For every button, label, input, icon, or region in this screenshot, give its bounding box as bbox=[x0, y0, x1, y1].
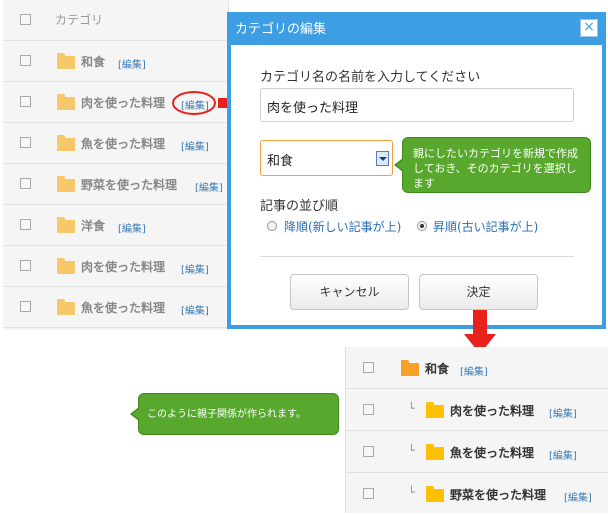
category-name: 魚を使った料理 bbox=[81, 301, 166, 315]
dialog-title: カテゴリの編集 bbox=[235, 22, 327, 37]
category-name: 野菜を使った料理 bbox=[81, 178, 178, 192]
folder-icon bbox=[401, 360, 419, 376]
parent-hint-text: 親にしたいカテゴリを新規で作成しておき、そのカテゴリを選択します bbox=[413, 147, 578, 190]
order-asc-label[interactable]: 昇順(古い記事が上) bbox=[433, 218, 538, 235]
parent-select-value: 和食 bbox=[267, 154, 294, 169]
parent-hint-callout: 親にしたいカテゴリを新規で作成しておき、そのカテゴリを選択します bbox=[394, 137, 591, 193]
folder-icon bbox=[57, 217, 75, 233]
order-desc-radio[interactable] bbox=[267, 221, 277, 231]
category-name: 和食 bbox=[81, 55, 106, 69]
tree-branch-icon: └ bbox=[408, 402, 415, 415]
row-checkbox[interactable] bbox=[363, 404, 374, 415]
edit-link[interactable]: [編集] bbox=[181, 302, 209, 317]
list-item: └ 魚を使った料理 [編集] bbox=[346, 431, 608, 473]
edit-link[interactable]: [編集] bbox=[460, 363, 488, 378]
edit-link[interactable]: [編集] bbox=[181, 261, 209, 276]
edit-link[interactable]: [編集] bbox=[118, 220, 146, 235]
list-item: 洋食 [編集] bbox=[3, 205, 228, 246]
edit-link[interactable]: [編集] bbox=[549, 405, 577, 420]
category-name: 肉を使った料理 bbox=[81, 96, 166, 110]
list-item: 魚を使った料理 [編集] bbox=[3, 123, 228, 164]
edit-link[interactable]: [編集] bbox=[181, 138, 209, 153]
result-hint-text: このように親子関係が作られます。 bbox=[147, 409, 306, 420]
dialog-titlebar: カテゴリの編集 × bbox=[231, 16, 602, 45]
category-name-input[interactable]: 肉を使った料理 bbox=[260, 88, 574, 122]
category-name: 魚を使った料理 bbox=[81, 137, 166, 151]
row-checkbox[interactable] bbox=[20, 96, 31, 107]
folder-icon bbox=[57, 299, 75, 315]
cancel-button[interactable]: キャンセル bbox=[290, 274, 409, 310]
row-checkbox[interactable] bbox=[363, 362, 374, 373]
edit-link[interactable]: [編集] bbox=[564, 489, 592, 504]
category-name: 和食 bbox=[425, 362, 450, 376]
category-name: 洋食 bbox=[81, 219, 106, 233]
category-name: 野菜を使った料理 bbox=[450, 488, 547, 502]
ok-button[interactable]: 決定 bbox=[419, 274, 538, 310]
row-checkbox[interactable] bbox=[20, 219, 31, 230]
category-column-header: カテゴリ bbox=[55, 13, 104, 27]
tree-branch-icon: └ bbox=[408, 444, 415, 457]
chevron-down-icon[interactable] bbox=[376, 151, 389, 166]
list-header-row: カテゴリ bbox=[3, 0, 228, 41]
category-list: カテゴリ 和食 [編集] 肉を使った料理 [編集] 魚を使った料理 [編集] 野… bbox=[3, 0, 229, 330]
edit-link[interactable]: [編集] bbox=[118, 56, 146, 71]
row-checkbox[interactable] bbox=[20, 55, 31, 66]
folder-icon bbox=[57, 258, 75, 274]
tree-branch-icon: └ bbox=[408, 486, 415, 499]
result-hint-callout: このように親子関係が作られます。 bbox=[130, 393, 339, 435]
divider bbox=[260, 256, 574, 257]
row-checkbox[interactable] bbox=[20, 260, 31, 271]
list-item: └ 肉を使った料理 [編集] bbox=[346, 389, 608, 431]
list-item: 和食 [編集] bbox=[3, 41, 228, 82]
folder-icon bbox=[57, 53, 75, 69]
folder-icon bbox=[57, 135, 75, 151]
edit-link[interactable]: [編集] bbox=[549, 447, 577, 462]
result-category-list: 和食 [編集] └ 肉を使った料理 [編集] └ 魚を使った料理 [編集] └ … bbox=[345, 347, 608, 513]
select-all-checkbox[interactable] bbox=[20, 14, 31, 25]
folder-icon bbox=[426, 486, 444, 502]
list-item: 野菜を使った料理 [編集] bbox=[3, 164, 228, 205]
category-name: 肉を使った料理 bbox=[450, 404, 535, 418]
folder-icon bbox=[426, 402, 444, 418]
list-item: 和食 [編集] bbox=[346, 347, 608, 389]
close-button[interactable]: × bbox=[580, 19, 598, 37]
folder-icon bbox=[426, 444, 444, 460]
category-name: 魚を使った料理 bbox=[450, 446, 535, 460]
row-checkbox[interactable] bbox=[20, 301, 31, 312]
row-checkbox[interactable] bbox=[363, 488, 374, 499]
row-checkbox[interactable] bbox=[20, 178, 31, 189]
parent-category-select[interactable]: 和食 bbox=[260, 140, 393, 176]
list-item: └ 野菜を使った料理 [編集] bbox=[346, 473, 608, 514]
order-desc-label[interactable]: 降順(新しい記事が上) bbox=[284, 218, 401, 235]
category-name: 肉を使った料理 bbox=[81, 260, 166, 274]
folder-icon bbox=[57, 94, 75, 110]
list-item: 肉を使った料理 [編集] bbox=[3, 246, 228, 287]
name-label: カテゴリ名の名前を入力してください bbox=[260, 70, 481, 85]
order-label: 記事の並び順 bbox=[260, 199, 339, 214]
row-checkbox[interactable] bbox=[363, 446, 374, 457]
order-asc-radio[interactable] bbox=[417, 221, 427, 231]
list-item: 魚を使った料理 [編集] bbox=[3, 287, 228, 328]
row-checkbox[interactable] bbox=[20, 137, 31, 148]
folder-icon bbox=[57, 176, 75, 192]
edit-link[interactable]: [編集] bbox=[195, 179, 223, 194]
